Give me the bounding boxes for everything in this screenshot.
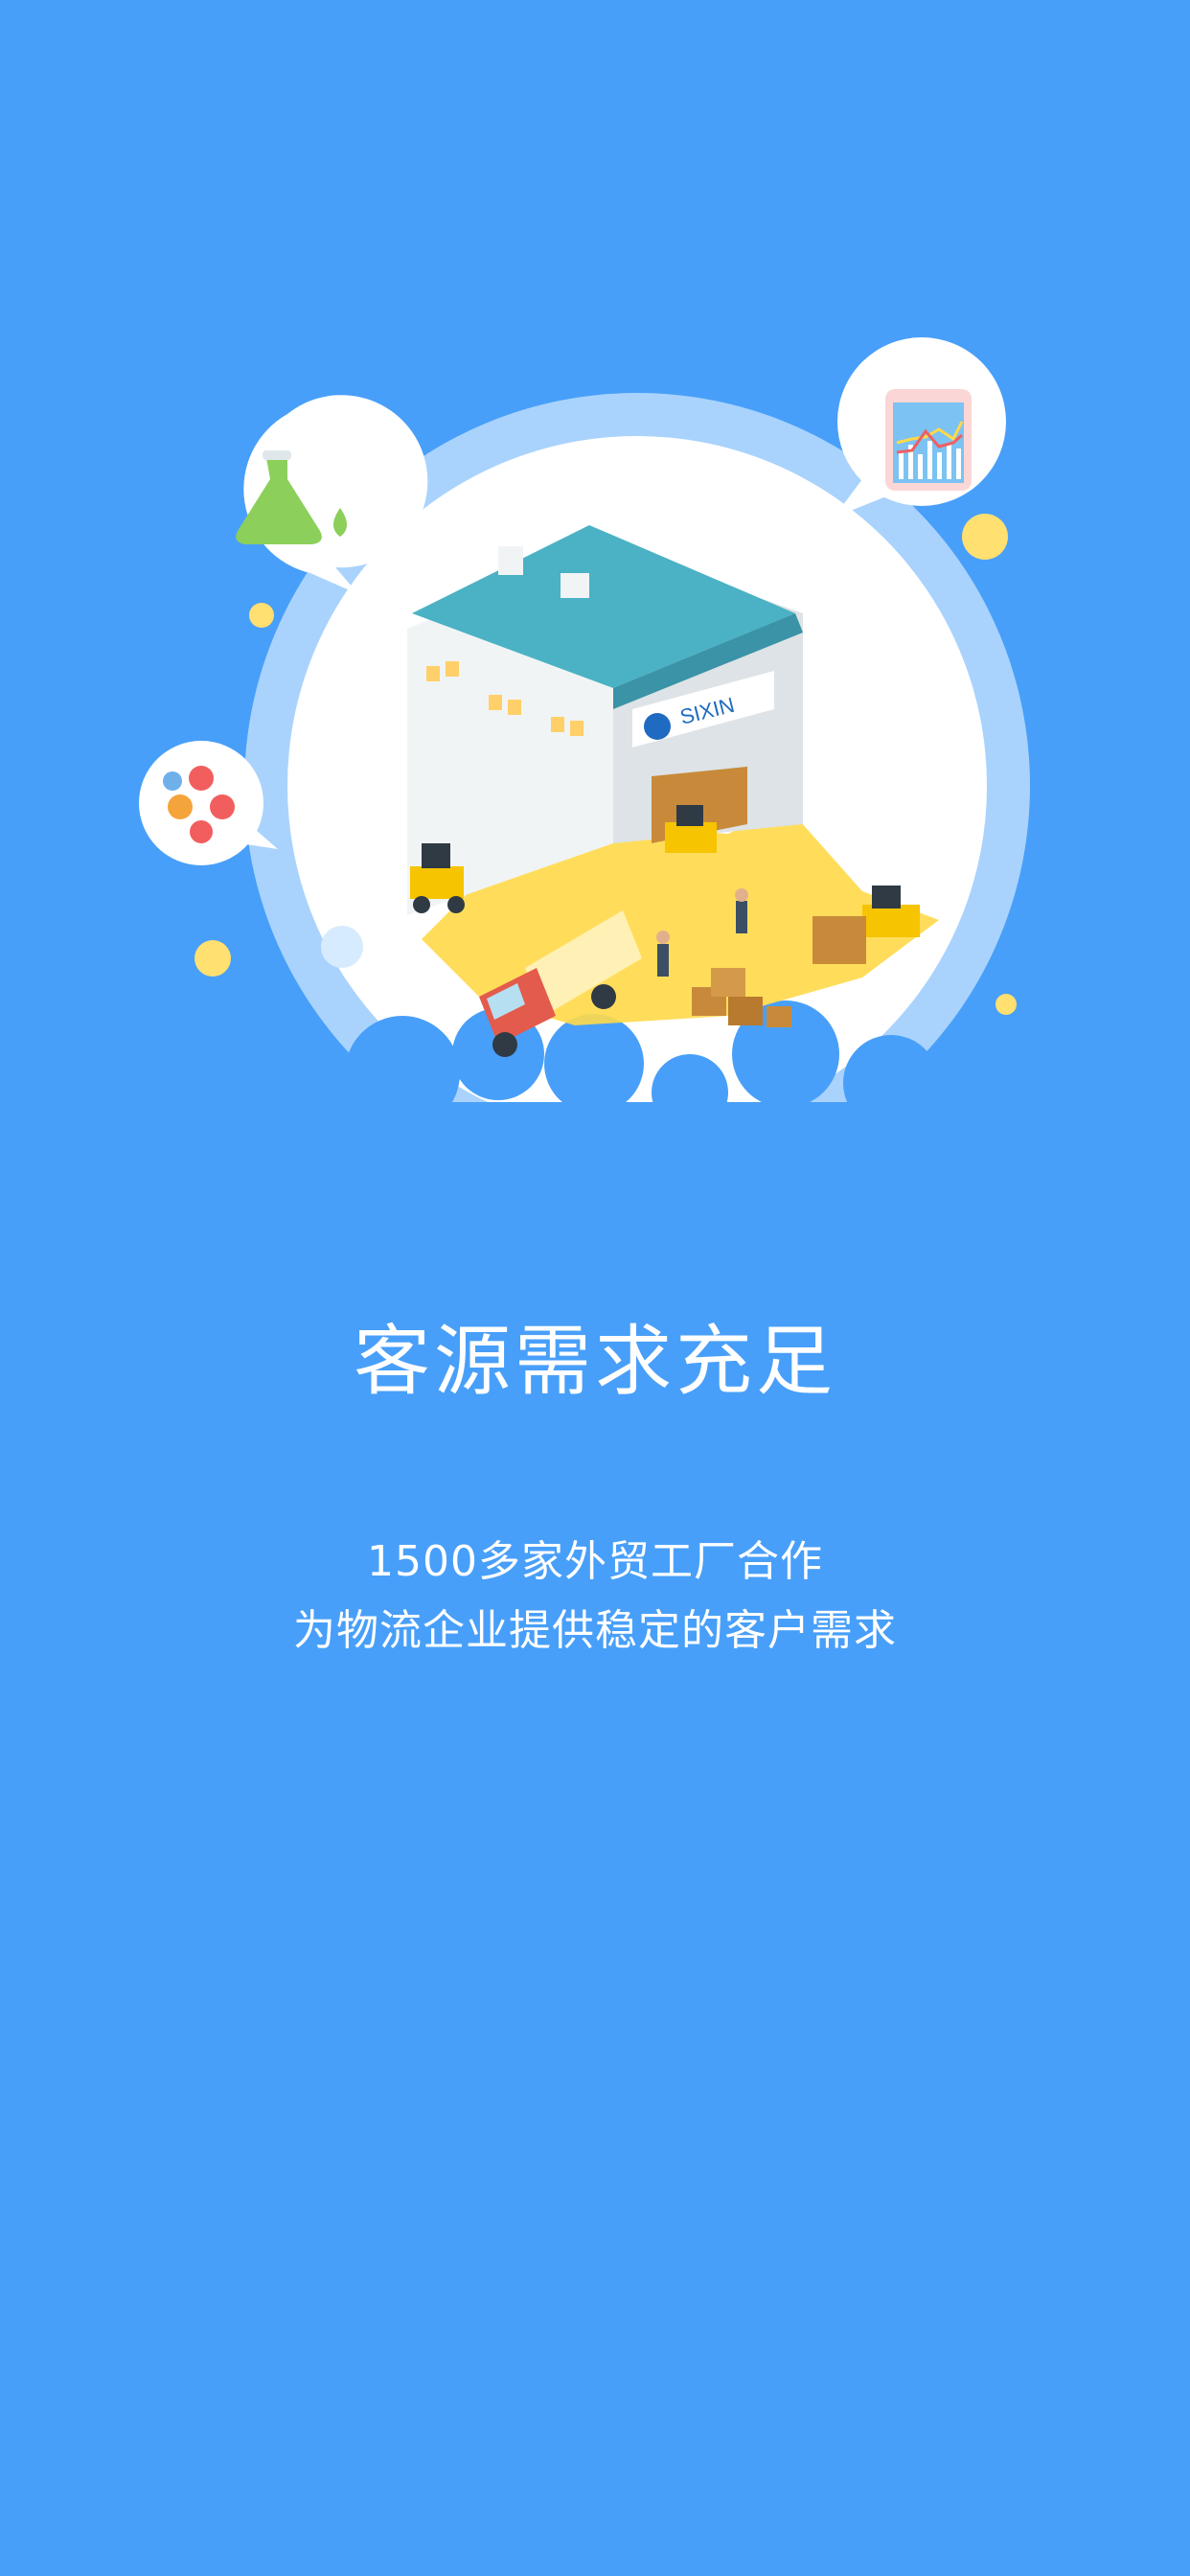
onboarding-screen: SIXIN 客源需求充足 1500多家外贸工厂合作 为物流企业提供稳定的客户需求 [0, 0, 1190, 2576]
onboarding-description-line1: 1500多家外贸工厂合作 [367, 1537, 823, 1586]
dot-yellow-tiny [995, 994, 1017, 1015]
onboarding-description-line2: 为物流企业提供稳定的客户需求 [293, 1606, 897, 1655]
onboarding-title: 客源需求充足 [354, 1317, 836, 1406]
dot-yellow-mid [195, 940, 231, 977]
dot-yellow-large [962, 514, 1008, 560]
chart-phone-icon [834, 337, 1006, 518]
dot-blue-light [321, 926, 363, 968]
dot-yellow-small [249, 603, 274, 628]
warehouse-illustration: SIXIN [139, 337, 1054, 1150]
